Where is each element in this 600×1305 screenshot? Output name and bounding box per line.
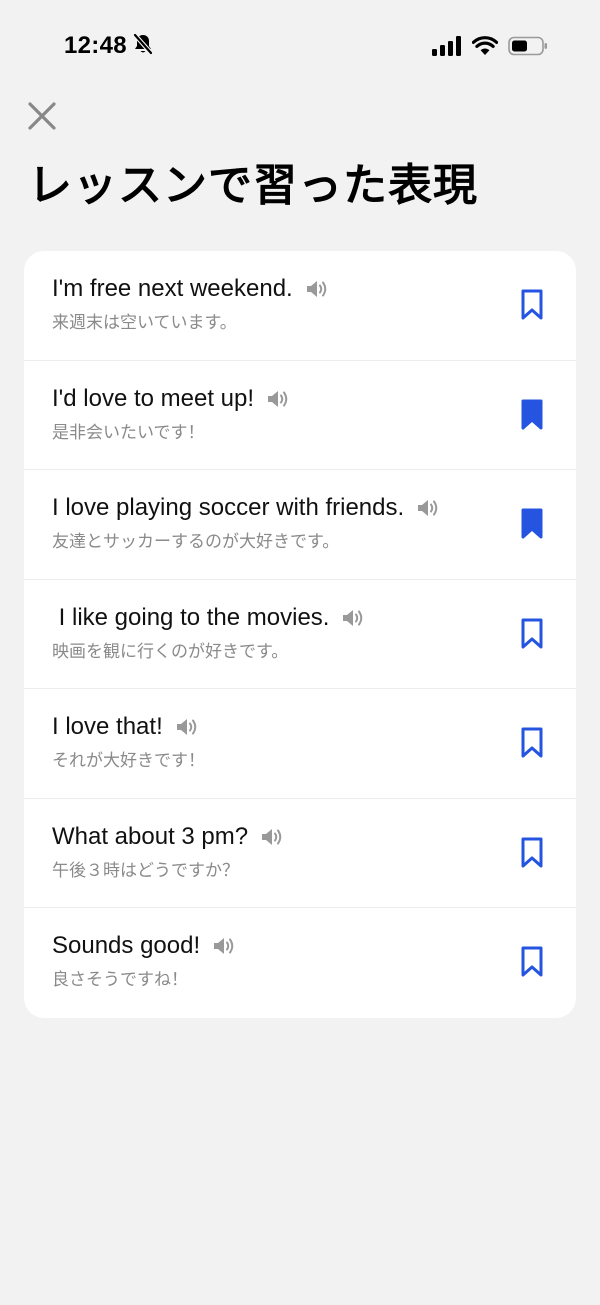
close-icon xyxy=(28,102,56,130)
phrase-main: Sounds good! xyxy=(52,931,236,961)
phrase-english: I like going to the movies. xyxy=(52,603,330,631)
phrase-english: I'd love to meet up! xyxy=(52,384,255,412)
bookmark-filled-icon[interactable] xyxy=(520,508,544,540)
page-title: レッスンで習った表現 xyxy=(28,160,478,211)
bookmark-outline-icon[interactable] xyxy=(520,289,544,321)
close-button[interactable] xyxy=(22,96,62,136)
phrase-main: I love that! xyxy=(52,712,199,742)
phrase-japanese: 映画を観に行くのが好きです。 xyxy=(52,641,289,662)
wifi-icon xyxy=(471,36,499,60)
bell-slash-icon xyxy=(133,33,153,59)
phrase-list: I'm free next weekend. 来週末は空いています。 I'd l… xyxy=(24,251,576,1018)
phrase-english: What about 3 pm? xyxy=(52,822,249,850)
phrase-row: I'm free next weekend. 来週末は空いています。 xyxy=(24,251,576,361)
phrase-row: Sounds good! 良さそうですね！ xyxy=(24,908,576,1018)
bookmark-outline-icon[interactable] xyxy=(520,946,544,978)
phrase-english: I'm free next weekend. xyxy=(52,275,293,302)
phrase-english: I love playing soccer with friends. xyxy=(52,494,405,521)
phrase-japanese: 来週末は空いています。 xyxy=(52,313,237,333)
phrase-main: I like going to the movies. xyxy=(52,603,365,633)
bookmark-outline-icon[interactable] xyxy=(520,618,544,650)
phrase-row: I love playing soccer with friends. 友達とサ… xyxy=(24,470,576,580)
signal-icon xyxy=(432,36,462,60)
status-bar: 12:48 xyxy=(0,0,600,96)
phrase-row: What about 3 pm? 午後３時はどうですか？ xyxy=(24,799,576,908)
phrase-main: I love playing soccer with friends. xyxy=(52,493,440,523)
status-time-group: 12:48 xyxy=(64,32,153,60)
speaker-icon[interactable] xyxy=(266,387,290,411)
phrase-japanese: 午後３時はどうですか？ xyxy=(52,860,239,881)
phrase-row: I love that! それが大好きです！ xyxy=(24,689,576,799)
phrase-main: I'd love to meet up! xyxy=(52,384,290,414)
status-time: 12:48 xyxy=(64,32,127,59)
bookmark-filled-icon[interactable] xyxy=(520,399,544,431)
phrase-japanese: 是非会いたいです！ xyxy=(52,422,205,443)
speaker-icon[interactable] xyxy=(175,715,199,739)
phrase-japanese: 良さそうですね！ xyxy=(52,970,188,990)
speaker-icon[interactable] xyxy=(305,277,329,301)
phrase-main: I'm free next weekend. xyxy=(52,274,329,304)
phrase-english: I love that! xyxy=(52,713,163,740)
speaker-icon[interactable] xyxy=(416,496,440,520)
speaker-icon[interactable] xyxy=(212,934,236,958)
phrase-japanese: それが大好きです！ xyxy=(52,751,205,771)
speaker-icon[interactable] xyxy=(341,606,365,630)
phrase-main: What about 3 pm? xyxy=(52,822,284,852)
speaker-icon[interactable] xyxy=(260,825,284,849)
phrase-japanese: 友達とサッカーするのが大好きです。 xyxy=(52,532,340,552)
status-indicators xyxy=(432,36,548,60)
phrase-row: I like going to the movies. 映画を観に行くのが好きで… xyxy=(24,580,576,689)
phrase-row: I'd love to meet up! 是非会いたいです！ xyxy=(24,361,576,470)
bookmark-outline-icon[interactable] xyxy=(520,727,544,759)
phrase-english: Sounds good! xyxy=(52,932,201,959)
battery-icon xyxy=(508,36,548,60)
bookmark-outline-icon[interactable] xyxy=(520,837,544,869)
